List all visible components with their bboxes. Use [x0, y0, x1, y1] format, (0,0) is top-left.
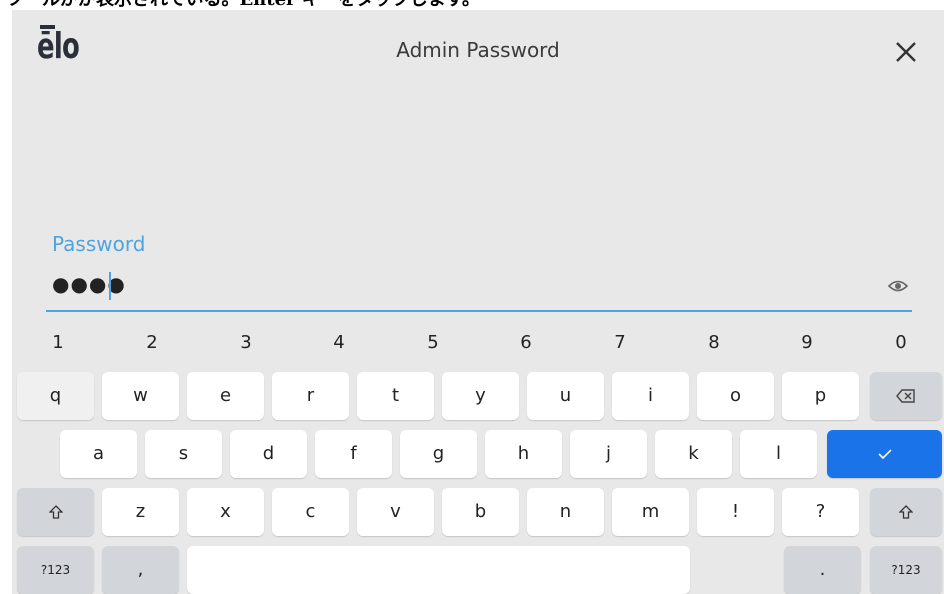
num-key[interactable]: 5: [413, 332, 453, 353]
password-field-label: Password: [52, 232, 146, 256]
shift-icon: [898, 505, 914, 519]
key-letter[interactable]: c: [272, 488, 349, 536]
comma-key[interactable]: ,: [102, 546, 179, 594]
eye-icon[interactable]: [887, 278, 909, 292]
key-letter[interactable]: u: [527, 372, 604, 420]
key-letter[interactable]: y: [442, 372, 519, 420]
key-letter[interactable]: b: [442, 488, 519, 536]
close-icon[interactable]: [888, 34, 924, 70]
key-letter[interactable]: n: [527, 488, 604, 536]
shift-icon: [47, 505, 64, 519]
num-key[interactable]: 4: [319, 332, 359, 353]
period-key[interactable]: .: [784, 546, 861, 594]
key-letter[interactable]: m: [612, 488, 689, 536]
instruction-caption: ツ一ルがが表示されている。Enter キーをタップします。: [0, 0, 944, 10]
num-key[interactable]: 9: [787, 332, 827, 353]
key-letter[interactable]: j: [570, 430, 647, 478]
password-field-underline: [46, 310, 912, 312]
password-input[interactable]: ●●●●: [52, 272, 126, 296]
key-letter[interactable]: k: [655, 430, 732, 478]
close-icon-glyph: [896, 42, 916, 62]
num-key[interactable]: 1: [38, 332, 78, 353]
shift-key-left[interactable]: [17, 488, 94, 536]
key-letter[interactable]: s: [145, 430, 222, 478]
num-key[interactable]: 0: [881, 332, 921, 353]
key-letter[interactable]: l: [740, 430, 817, 478]
num-key[interactable]: 7: [600, 332, 640, 353]
key-letter[interactable]: ?: [782, 488, 859, 536]
space-key[interactable]: [187, 546, 690, 594]
key-letter[interactable]: z: [102, 488, 179, 536]
num-key[interactable]: 2: [132, 332, 172, 353]
key-letter[interactable]: o: [697, 372, 774, 420]
eye-icon-glyph: [887, 280, 909, 292]
dialog-header: ēlo Admin Password: [12, 10, 944, 90]
key-letter[interactable]: d: [230, 430, 307, 478]
num-key[interactable]: 8: [694, 332, 734, 353]
num-key[interactable]: 6: [506, 332, 546, 353]
key-letter[interactable]: i: [612, 372, 689, 420]
shift-key-right[interactable]: [870, 488, 942, 536]
key-letter[interactable]: r: [272, 372, 349, 420]
dialog-title: Admin Password: [396, 38, 560, 62]
key-letter[interactable]: v: [357, 488, 434, 536]
key-letter[interactable]: h: [485, 430, 562, 478]
num-key[interactable]: 3: [226, 332, 266, 353]
key-letter[interactable]: !: [697, 488, 774, 536]
instruction-caption-text: ツ一ルがが表示されている。Enter キーをタップします。: [6, 0, 944, 9]
number-hint-row: 1 2 3 4 5 6 7 8 9 0: [12, 320, 944, 368]
key-letter[interactable]: e: [187, 372, 264, 420]
backspace-key[interactable]: [870, 372, 942, 420]
checkmark-icon: [877, 449, 892, 460]
backspace-icon: [896, 389, 915, 403]
key-letter[interactable]: a: [60, 430, 137, 478]
key-letter[interactable]: w: [102, 372, 179, 420]
key-letter[interactable]: x: [187, 488, 264, 536]
enter-key[interactable]: [827, 430, 942, 478]
key-letter[interactable]: p: [782, 372, 859, 420]
key-letter[interactable]: g: [400, 430, 477, 478]
password-dialog: ēlo Admin Password Password ●●●● 1 2 3 4…: [12, 10, 944, 594]
text-caret: [109, 272, 111, 300]
key-letter[interactable]: t: [357, 372, 434, 420]
symbols-key-left[interactable]: ?123: [17, 546, 94, 594]
key-letter[interactable]: q: [17, 372, 94, 420]
on-screen-keyboard: 1 2 3 4 5 6 7 8 9 0 q w e r t y u i o p: [12, 320, 944, 594]
symbols-key-right[interactable]: ?123: [870, 546, 942, 594]
key-letter[interactable]: f: [315, 430, 392, 478]
